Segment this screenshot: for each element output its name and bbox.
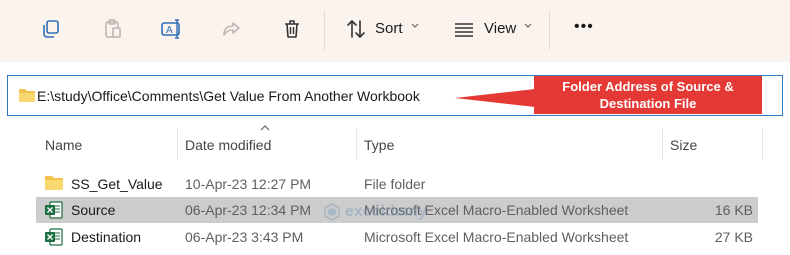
command-toolbar: A Sort View ••• xyxy=(0,0,790,62)
excel-file-icon xyxy=(45,228,63,246)
chevron-down-icon xyxy=(524,23,532,28)
paste-icon[interactable] xyxy=(101,16,125,42)
delete-icon[interactable] xyxy=(280,16,304,42)
more-options-button[interactable]: ••• xyxy=(574,18,594,36)
sort-label: Sort xyxy=(375,20,403,37)
sort-arrows-icon xyxy=(344,16,368,42)
column-divider[interactable] xyxy=(356,128,357,160)
watermark: exceldemy xyxy=(323,203,427,221)
svg-text:A: A xyxy=(166,25,173,36)
column-header-size[interactable]: Size xyxy=(670,137,697,153)
column-divider[interactable] xyxy=(662,128,663,160)
watermark-text: exceldemy xyxy=(345,203,427,220)
file-row[interactable]: SS_Get_Value 10-Apr-23 12:27 PM File fol… xyxy=(36,171,758,197)
folder-icon xyxy=(19,89,35,102)
folder-icon xyxy=(45,176,63,190)
view-label: View xyxy=(484,20,517,37)
column-header-type[interactable]: Type xyxy=(364,137,394,153)
column-header-name[interactable]: Name xyxy=(45,137,82,153)
file-type: File folder xyxy=(364,176,426,192)
file-date: 10-Apr-23 12:27 PM xyxy=(185,176,312,192)
toolbar-divider xyxy=(549,10,550,50)
view-lines-icon xyxy=(452,16,476,42)
exceldemy-logo-icon xyxy=(324,203,340,221)
address-path: E:\study\Office\Comments\Get Value From … xyxy=(37,88,420,104)
file-name: SS_Get_Value xyxy=(71,176,163,192)
annotation-callout: Folder Address of Source & Destination F… xyxy=(534,76,762,114)
file-name: Destination xyxy=(71,229,142,245)
file-size: 16 KB xyxy=(714,202,753,218)
file-date: 06-Apr-23 3:43 PM xyxy=(185,229,304,245)
toolbar-divider xyxy=(324,10,325,50)
file-row[interactable]: Destination 06-Apr-23 3:43 PM Microsoft … xyxy=(36,224,758,250)
excel-file-icon xyxy=(45,201,63,219)
column-divider[interactable] xyxy=(177,128,178,160)
file-size: 27 KB xyxy=(714,229,753,245)
column-divider[interactable] xyxy=(762,128,763,160)
sort-caret-icon xyxy=(260,125,270,131)
copy-icon[interactable] xyxy=(39,16,63,42)
file-name: Source xyxy=(71,202,116,218)
callout-arrow xyxy=(455,89,535,107)
file-date: 06-Apr-23 12:34 PM xyxy=(185,202,312,218)
rename-icon[interactable]: A xyxy=(160,16,184,42)
column-header-date[interactable]: Date modified xyxy=(185,137,271,153)
share-icon[interactable] xyxy=(220,16,244,42)
file-type: Microsoft Excel Macro-Enabled Worksheet xyxy=(364,229,629,245)
chevron-down-icon xyxy=(411,23,419,28)
